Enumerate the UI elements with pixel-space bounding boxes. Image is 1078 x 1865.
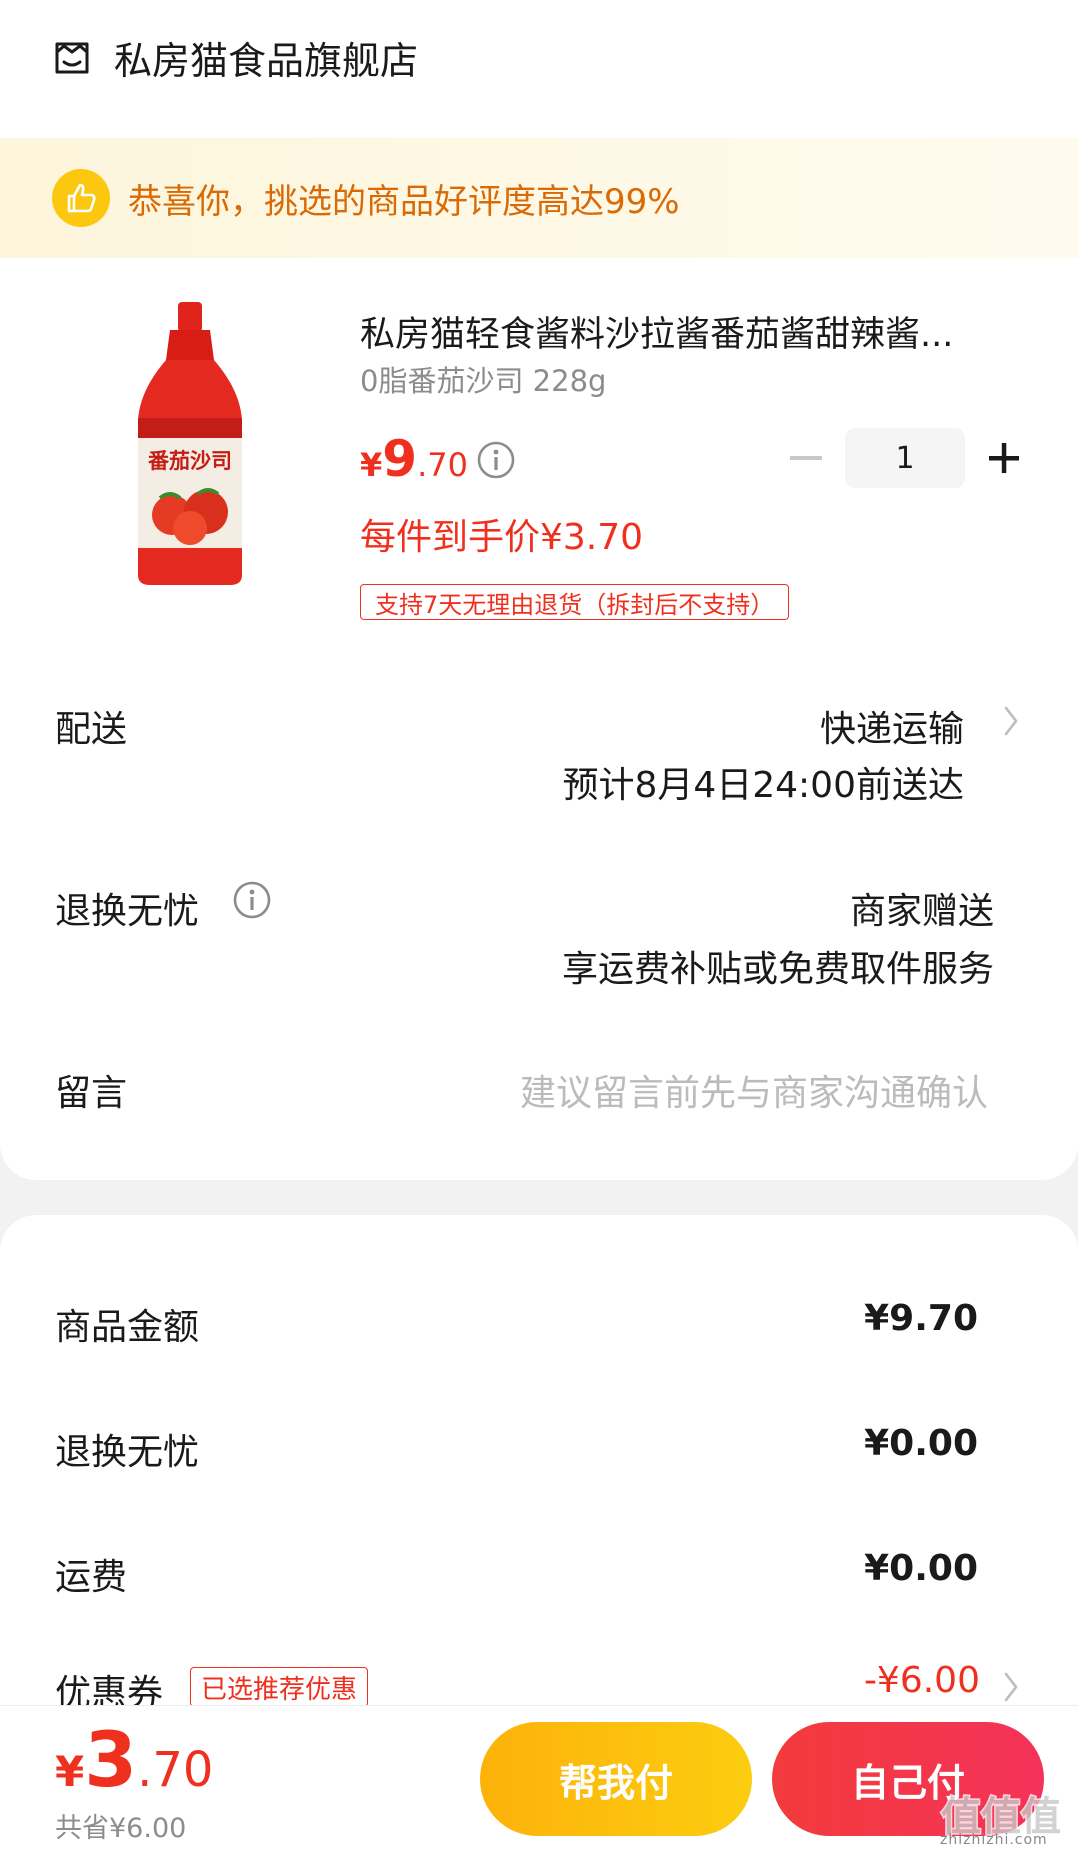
price-info-icon[interactable]: [476, 440, 516, 480]
price-integer: 9: [382, 430, 418, 488]
message-label: 留言: [55, 1073, 128, 1114]
shipping-fee-label: 运费: [55, 1557, 128, 1598]
total-integer: 3: [84, 1715, 138, 1804]
thumbs-up-icon: [52, 169, 110, 227]
coupon-recommended-tag: 已选推荐优惠: [190, 1667, 369, 1707]
shipping-fee-value: ¥0.00: [864, 1548, 978, 1589]
total-symbol: ¥: [55, 1747, 85, 1796]
total-decimal: .70: [137, 1742, 214, 1798]
worry-free-detail: 享运费补贴或免费取件服务: [561, 949, 994, 990]
coupon-value[interactable]: -¥6.00: [864, 1660, 980, 1701]
message-input[interactable]: 建议留言前先与商家沟通确认: [520, 1064, 988, 1116]
store-icon: [55, 42, 89, 73]
minus-icon: [790, 456, 822, 460]
quantity-increase-button[interactable]: [984, 438, 1024, 478]
quantity-input[interactable]: 1: [845, 428, 965, 488]
watermark-url: zhizhizhi.com: [940, 1832, 1048, 1848]
coupon-chevron-right-icon[interactable]: [1001, 1670, 1021, 1704]
total-saved: 共省¥6.00: [55, 1813, 187, 1844]
product-image[interactable]: 番茄沙司: [120, 300, 260, 590]
product-spec[interactable]: 0脂番茄沙司 228g: [360, 358, 606, 400]
delivery-chevron-right-icon[interactable]: [1001, 704, 1021, 738]
goods-amount-label: 商品金额: [55, 1307, 200, 1348]
store-header[interactable]: 私房猫食品旗舰店: [0, 0, 1078, 115]
total-price: ¥ 3 .70: [55, 1715, 213, 1804]
product-title[interactable]: 私房猫轻食酱料沙拉酱番茄酱甜辣酱...: [360, 306, 1030, 357]
delivery-method[interactable]: 快递运输: [820, 700, 964, 752]
return-policy-tag: 支持7天无理由退货（拆封后不支持）: [360, 584, 790, 620]
worry-free-label: 退换无忧: [55, 891, 200, 932]
worry-free-fee-label: 退换无忧: [55, 1432, 200, 1473]
worry-free-fee-value: ¥0.00: [864, 1423, 978, 1464]
help-me-pay-button[interactable]: 帮我付: [480, 1722, 752, 1836]
worry-free-info-icon[interactable]: [232, 880, 272, 920]
net-price: 每件到手价¥3.70: [360, 517, 644, 558]
praise-banner: 恭喜你，挑选的商品好评度高达99%: [0, 138, 1078, 258]
worry-free-value: 商家赠送: [849, 891, 994, 932]
quantity-decrease-button[interactable]: [788, 438, 824, 478]
plus-icon: [989, 443, 1019, 473]
store-name[interactable]: 私房猫食品旗舰店: [114, 30, 418, 85]
goods-amount-value: ¥9.70: [864, 1298, 978, 1339]
product-image-label: 番茄沙司: [147, 449, 232, 473]
price-symbol: ¥: [360, 446, 383, 484]
praise-text: 恭喜你，挑选的商品好评度高达99%: [128, 181, 680, 222]
product-price: ¥ 9 .70: [360, 430, 468, 488]
delivery-label: 配送: [55, 709, 128, 750]
delivery-eta: 预计8月4日24:00前送达: [562, 765, 964, 806]
price-decimal: .70: [417, 446, 468, 484]
